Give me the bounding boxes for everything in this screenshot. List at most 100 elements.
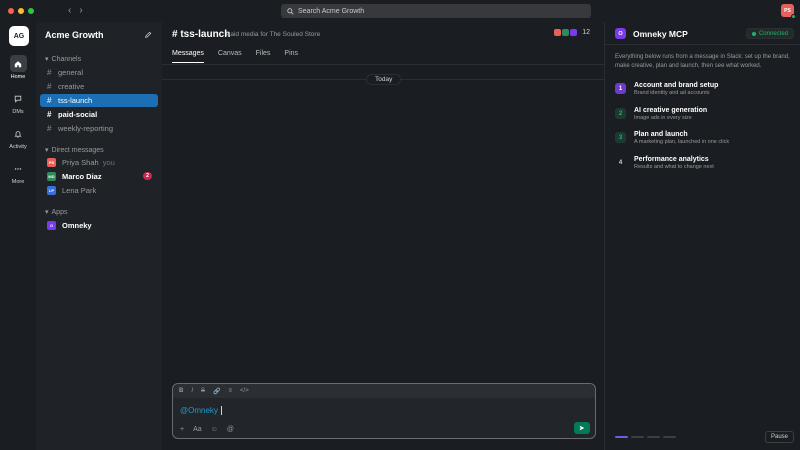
status-badge: Connected [745, 28, 794, 39]
tab-pins[interactable]: Pins [284, 50, 298, 63]
hash-icon: # [47, 68, 52, 77]
progress-segment [615, 436, 628, 438]
apps-header-label: Apps [51, 208, 68, 216]
channel-tabs: Messages Canvas Files Pins [172, 50, 298, 63]
zoom-window-button[interactable] [28, 8, 34, 14]
step-subtitle: Brand identity and ad accounts [634, 90, 710, 96]
sidebar-item-priya-shah[interactable]: PS Priya Shah you [40, 156, 158, 169]
member-avatar [570, 29, 578, 36]
member-count: 12 [582, 29, 590, 36]
send-button[interactable] [574, 422, 590, 434]
progress-segment [647, 436, 660, 438]
user-avatar-initials: PS [784, 7, 791, 14]
workspace-name[interactable]: Acme Growth [45, 30, 104, 40]
code-icon[interactable]: </> [240, 388, 249, 394]
close-window-button[interactable] [8, 8, 14, 14]
message-input[interactable]: @Omneky [180, 406, 222, 415]
step-subtitle: A marketing plan, launched in one click [634, 139, 730, 145]
mention-omneky: @Omneky [180, 406, 218, 415]
progress-segment [631, 436, 644, 438]
app-label: Omneky [62, 221, 92, 230]
member-avatar [554, 29, 562, 36]
you-label: you [102, 158, 115, 167]
mention-icon[interactable]: @ [227, 426, 234, 433]
hash-icon: # [47, 110, 52, 119]
avatar: MD [47, 172, 56, 181]
step-subtitle: Results and what to change next [634, 164, 714, 170]
forward-arrow-icon[interactable]: › [79, 5, 82, 16]
tab-canvas[interactable]: Canvas [218, 50, 242, 63]
bell-icon [10, 125, 27, 142]
pause-button[interactable]: Pause [764, 431, 794, 443]
italic-button[interactable]: I [191, 388, 193, 394]
unread-badge: 2 [142, 172, 152, 180]
channels-section-header[interactable]: ▾ Channels [45, 55, 81, 64]
hash-icon: # [47, 82, 52, 91]
text-cursor [220, 406, 222, 415]
step-number: 1 [615, 83, 626, 94]
rail-item-more[interactable]: More [0, 160, 36, 185]
member-avatar [562, 29, 570, 36]
sidebar-item-creative[interactable]: # creative [40, 80, 158, 93]
caret-down-icon: ▾ [45, 209, 49, 216]
member-list-button[interactable]: 12 [554, 29, 590, 36]
channel-sidebar: Acme Growth ▾ Channels # general # creat… [36, 22, 162, 450]
sidebar-item-general[interactable]: # general [40, 66, 158, 79]
user-avatar[interactable]: PS [781, 4, 796, 19]
rail-item-activity[interactable]: Activity [0, 125, 36, 150]
strikethrough-button[interactable]: S [201, 388, 205, 394]
tab-files[interactable]: Files [256, 50, 271, 63]
app-panel: O Omneky MCP Connected Everything below … [605, 22, 800, 450]
channel-label: weekly-reporting [58, 124, 114, 133]
panel-intro: Everything below runs from a message in … [615, 54, 790, 69]
avatar: O [47, 221, 56, 230]
sidebar-item-lena-park[interactable]: LP Lena Park [40, 184, 158, 197]
avatar: LP [47, 186, 56, 195]
history-nav: ‹ › [68, 5, 83, 16]
link-icon[interactable]: 🔗 [213, 388, 220, 395]
caret-down-icon: ▾ [45, 56, 49, 63]
channel-label: paid-social [58, 110, 98, 119]
sidebar-item-omneky[interactable]: O Omneky [40, 219, 158, 232]
panel-header: O Omneky MCP Connected [605, 22, 800, 45]
sidebar-item-marco-diaz[interactable]: MD Marco Diaz 2 [40, 170, 158, 183]
step-title: Performance analytics [634, 156, 709, 163]
rail-label-home: Home [10, 74, 26, 80]
step-subtitle: Image ads in every size [634, 115, 692, 121]
omneky-app-icon: O [615, 28, 626, 39]
step-number: 3 [615, 132, 626, 143]
online-status-dot [791, 14, 796, 19]
search-placeholder: Search Acme Growth [298, 7, 365, 15]
step-progress [615, 436, 676, 438]
plus-icon[interactable]: + [180, 426, 184, 433]
minimize-window-button[interactable] [18, 8, 24, 14]
compose-icon[interactable] [144, 31, 152, 39]
sidebar-item-tss-launch[interactable]: # tss-launch [40, 94, 158, 107]
channel-label: tss-launch [58, 96, 93, 105]
back-arrow-icon[interactable]: ‹ [68, 5, 71, 16]
apps-section-header[interactable]: ▾ Apps [45, 208, 68, 217]
rail-item-dms[interactable]: DMs [0, 90, 36, 115]
date-divider[interactable]: Today [366, 74, 402, 85]
message-composer[interactable]: B I S 🔗 ≡ </> @Omneky + Aa ☺ @ [172, 383, 596, 439]
format-toggle-icon[interactable]: Aa [193, 426, 202, 433]
composer-tools: + Aa ☺ @ [180, 426, 234, 433]
avatar: PS [47, 158, 56, 167]
bold-button[interactable]: B [179, 388, 183, 394]
workspace-switcher[interactable]: AG [9, 26, 29, 46]
sidebar-item-weekly-reporting[interactable]: # weekly-reporting [40, 122, 158, 135]
search-bar[interactable]: Search Acme Growth [281, 4, 591, 18]
step-title: AI creative generation [634, 107, 708, 114]
caret-down-icon: ▾ [45, 147, 49, 154]
status-label: Connected [758, 30, 788, 37]
format-toolbar: B I S 🔗 ≡ </> [173, 384, 595, 398]
list-icon[interactable]: ≡ [229, 388, 233, 394]
dm-section-header[interactable]: ▾ Direct messages [45, 146, 104, 155]
channel-title[interactable]: # tss-launch [172, 29, 230, 40]
sidebar-item-paid-social[interactable]: # paid-social [40, 108, 158, 121]
home-icon [9, 55, 27, 72]
emoji-icon[interactable]: ☺ [211, 426, 218, 433]
rail-item-home[interactable]: Home [0, 55, 36, 80]
tab-messages[interactable]: Messages [172, 50, 204, 63]
hash-icon: # [47, 96, 52, 105]
